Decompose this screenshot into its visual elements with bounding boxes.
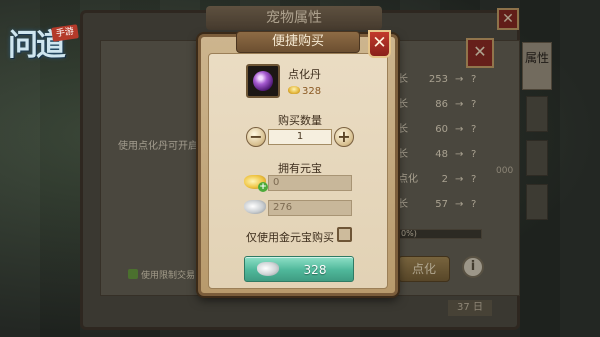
- purple-orb-icon: [253, 71, 273, 91]
- silver-ingot-balance: 276: [244, 200, 354, 216]
- silver-ingot-icon: [257, 262, 279, 276]
- gold-only-label: 仅使用金元宝购买: [246, 231, 334, 244]
- minus-icon: −: [249, 127, 263, 146]
- stat-value: 86: [435, 99, 448, 110]
- item-price: 328: [288, 86, 321, 97]
- stat-row: 长 57 → ?: [398, 198, 508, 212]
- dialog-close-button[interactable]: ✕: [368, 30, 391, 58]
- refine-button[interactable]: 点化: [398, 256, 450, 282]
- gold-only-checkbox[interactable]: [337, 227, 352, 242]
- bottom-tab-button[interactable]: 37 日: [448, 300, 492, 316]
- pet-attribute-title: 宠物属性: [206, 6, 382, 30]
- stat-label: 长: [398, 74, 408, 85]
- stat-row: 长 253 → ?: [398, 73, 508, 87]
- silver-ingot-amount: 276: [268, 200, 352, 216]
- add-currency-icon[interactable]: +: [258, 182, 268, 192]
- silver-ingot-icon: [244, 200, 266, 214]
- gold-ingot-icon[interactable]: +: [244, 175, 268, 192]
- stat-next-value: ?: [471, 74, 477, 85]
- decrease-quantity-button[interactable]: −: [246, 127, 266, 147]
- increase-quantity-button[interactable]: +: [334, 127, 354, 147]
- arrow-right-icon: →: [455, 99, 464, 110]
- info-icon[interactable]: i: [462, 256, 484, 278]
- item-icon-slot: [246, 64, 280, 98]
- stat-label: 长: [398, 99, 408, 110]
- stat-label: 长: [398, 199, 408, 210]
- arrow-right-icon: →: [455, 74, 464, 85]
- buy-button-price: 328: [303, 263, 327, 277]
- item-price-value: 328: [302, 86, 322, 97]
- plus-icon: +: [337, 127, 351, 146]
- quantity-label: 购买数量: [278, 114, 322, 127]
- owned-currency-label: 拥有元宝: [278, 162, 322, 175]
- stat-value: 253: [428, 74, 448, 85]
- refine-hint-text: 使用点化丹可开启: [118, 141, 198, 152]
- close-icon: ✕: [473, 42, 487, 61]
- close-icon: ✕: [372, 33, 387, 53]
- quantity-stepper: − 1 +: [246, 127, 354, 147]
- quantity-input[interactable]: 1: [268, 129, 332, 145]
- restricted-trade-checkbox[interactable]: 使用限制交易: [128, 268, 195, 281]
- arrow-right-icon: →: [455, 199, 464, 210]
- gold-ingot-amount: 0: [268, 175, 352, 191]
- stat-next-value: ?: [471, 99, 477, 110]
- item-name: 点化丹: [288, 68, 321, 81]
- inner-panel-close-button[interactable]: ✕: [466, 38, 494, 68]
- gold-ingot-icon: [288, 86, 300, 94]
- restricted-trade-label: 使用限制交易: [141, 271, 196, 281]
- tab-attributes[interactable]: 属性: [522, 42, 552, 90]
- stat-row: 长 86 → ?: [398, 98, 508, 112]
- stat-value: 57: [435, 199, 448, 210]
- refine-progress-bar: 0%): [398, 229, 482, 239]
- close-icon: ✕: [502, 11, 514, 27]
- pet-attribute-close-button[interactable]: ✕: [497, 8, 519, 30]
- checkmark-icon: [128, 269, 138, 279]
- gold-ingot-balance: + 0: [244, 175, 354, 192]
- side-tab-slot[interactable]: [526, 184, 548, 220]
- dialog-title: 便捷购买: [236, 31, 360, 53]
- buy-button[interactable]: 328: [244, 256, 354, 282]
- stat-next-value: ?: [471, 199, 477, 210]
